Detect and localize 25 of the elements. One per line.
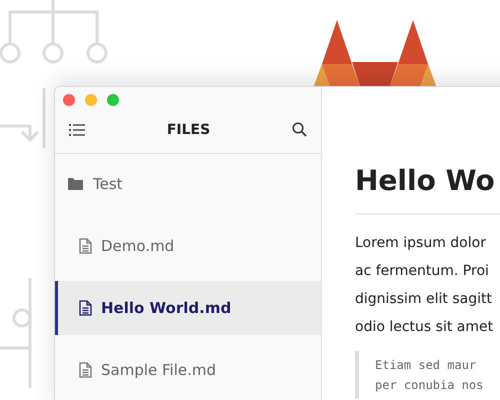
- document-icon: [79, 362, 92, 378]
- file-name: Sample File.md: [101, 361, 216, 379]
- file-name: Hello World.md: [101, 299, 232, 317]
- document-icon: [79, 238, 92, 254]
- document-icon: [79, 300, 92, 316]
- close-window-button[interactable]: [63, 94, 75, 106]
- search-icon[interactable]: [292, 122, 307, 137]
- blockquote-line: Etiam sed maur: [375, 357, 476, 374]
- document-heading: Hello Wo: [355, 161, 500, 215]
- folder-icon: [68, 178, 83, 190]
- file-item[interactable]: Sample File.md: [55, 343, 321, 397]
- paragraph-line: dignissim elit sagitt: [355, 290, 492, 309]
- paragraph-line: Lorem ipsum dolor: [355, 234, 486, 253]
- minimize-window-button[interactable]: [85, 94, 97, 106]
- folder-item[interactable]: Test: [55, 157, 321, 211]
- file-item[interactable]: Demo.md: [55, 219, 321, 273]
- paragraph-line: ac fermentum. Proi: [355, 262, 489, 281]
- sidebar-title: FILES: [166, 122, 210, 138]
- folder-name: Test: [93, 175, 123, 193]
- blockquote-line: per conubia nos: [375, 377, 484, 394]
- file-name: Demo.md: [101, 237, 174, 255]
- maximize-window-button[interactable]: [107, 94, 119, 106]
- paragraph-line: odio lectus sit amet: [355, 318, 494, 337]
- file-item[interactable]: Hello World.md: [55, 281, 321, 335]
- menu-icon[interactable]: [69, 124, 85, 136]
